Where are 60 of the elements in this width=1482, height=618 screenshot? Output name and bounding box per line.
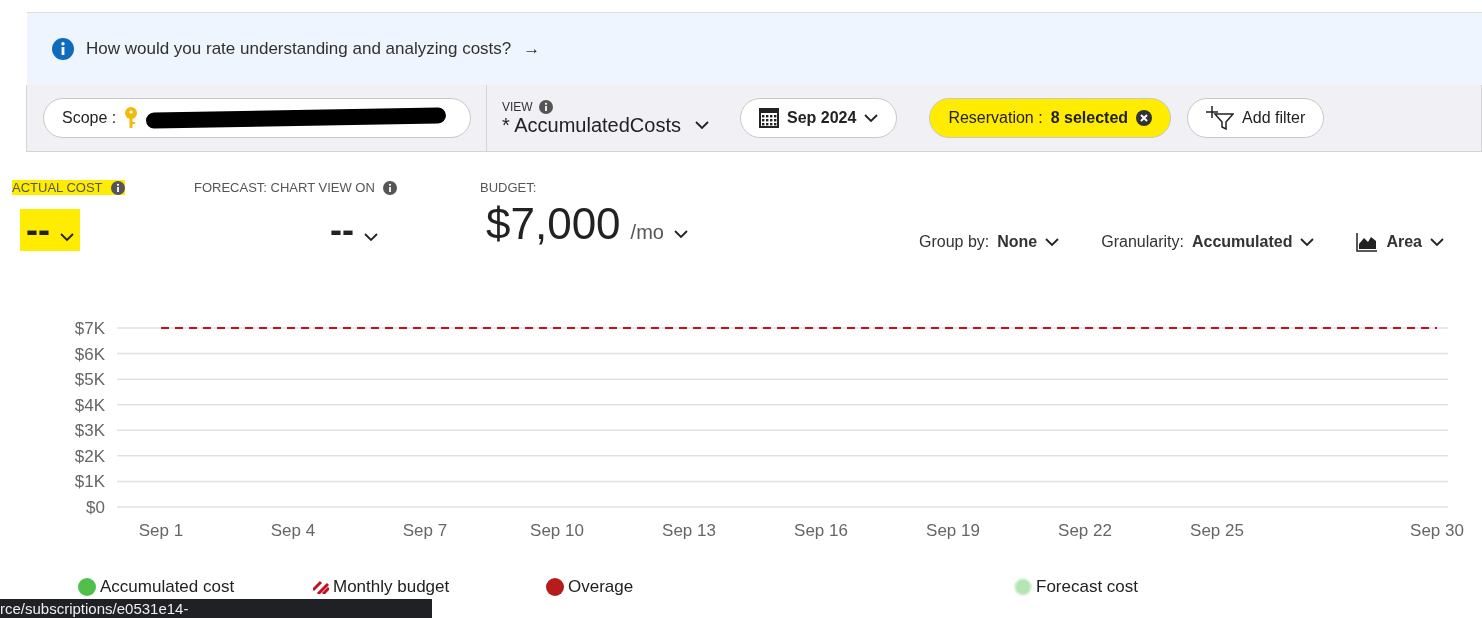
info-icon[interactable] xyxy=(382,180,397,195)
axis-label: Sep 7 xyxy=(402,521,448,540)
axis-label: $5K xyxy=(74,370,105,390)
legend-dot xyxy=(1014,578,1032,596)
axis-label: $4K xyxy=(74,395,105,415)
filter-pill[interactable]: Reservation : 8 selected xyxy=(929,98,1172,138)
metric-value[interactable]: $7,000 /mo xyxy=(480,199,694,249)
info-icon xyxy=(52,38,74,60)
caret-icon xyxy=(1430,237,1444,247)
caret-icon xyxy=(1045,237,1060,247)
info-icon[interactable] xyxy=(538,99,553,114)
area-chart-icon xyxy=(1356,232,1379,252)
remove-icon[interactable] xyxy=(1136,110,1153,126)
date-picker[interactable]: Sep 2024 xyxy=(740,98,898,138)
calendar-icon xyxy=(759,108,779,128)
legend-dot xyxy=(78,578,96,596)
legend-label: Accumulated cost xyxy=(100,577,235,597)
key-icon xyxy=(124,107,139,129)
info-icon[interactable] xyxy=(110,180,125,195)
dropdown-button[interactable]: Granularity: Accumulated xyxy=(1101,232,1315,252)
axis-label: Sep 22 xyxy=(1058,521,1112,540)
legend-label: Overage xyxy=(568,577,634,597)
link-preview: rce/subscriptions/e0531e14- xyxy=(0,599,432,618)
axis-label: Sep 25 xyxy=(1190,521,1244,540)
axis-label: Sep 1 xyxy=(138,521,184,540)
caret-icon xyxy=(1300,237,1315,247)
axis-label: Sep 10 xyxy=(530,521,584,540)
caret-icon xyxy=(60,233,74,242)
arrow-link[interactable]: → xyxy=(523,39,541,59)
legend-label: Forecast cost xyxy=(1036,577,1139,597)
axis-label: $0 xyxy=(86,498,105,517)
axis-label: $1K xyxy=(74,472,105,492)
axis-label: $7K xyxy=(74,319,105,338)
axis-label: Sep 19 xyxy=(926,521,980,540)
axis-label: Sep 16 xyxy=(794,521,848,540)
add-filter-button[interactable]: Add filter xyxy=(1187,98,1325,138)
legend-dot xyxy=(546,578,564,596)
metric-value[interactable]: -- xyxy=(324,209,384,251)
view-label: VIEW xyxy=(502,99,533,114)
legend-label: Monthly budget xyxy=(333,577,450,597)
metric-value[interactable]: -- xyxy=(20,209,80,251)
axis-label: Sep 4 xyxy=(270,521,316,540)
caret-icon xyxy=(695,120,709,130)
axis-label: $2K xyxy=(74,446,105,466)
chart-type-button[interactable]: Area xyxy=(1356,232,1444,252)
dropdown-button[interactable]: Group by: None xyxy=(919,232,1060,252)
scope-pill[interactable]: Scope : xyxy=(43,98,471,138)
axis-label: Sep 30 xyxy=(1410,521,1464,540)
metric-label: FORECAST: CHART VIEW ON xyxy=(194,180,397,195)
metric-label: BUDGET: xyxy=(480,180,537,195)
view-dropdown[interactable]: * AccumulatedCosts xyxy=(502,113,728,137)
caret-icon xyxy=(864,113,879,123)
caret-icon xyxy=(364,233,378,242)
axis-label: Sep 13 xyxy=(662,521,716,540)
caret-icon xyxy=(673,230,688,239)
metric-label: ACTUAL COST xyxy=(12,180,125,195)
banner-text: How would you rate understanding and analyzing costs? xyxy=(86,39,512,59)
axis-label: $3K xyxy=(74,421,105,441)
filter-add-icon xyxy=(1206,106,1235,130)
axis-label: $6K xyxy=(74,344,105,364)
